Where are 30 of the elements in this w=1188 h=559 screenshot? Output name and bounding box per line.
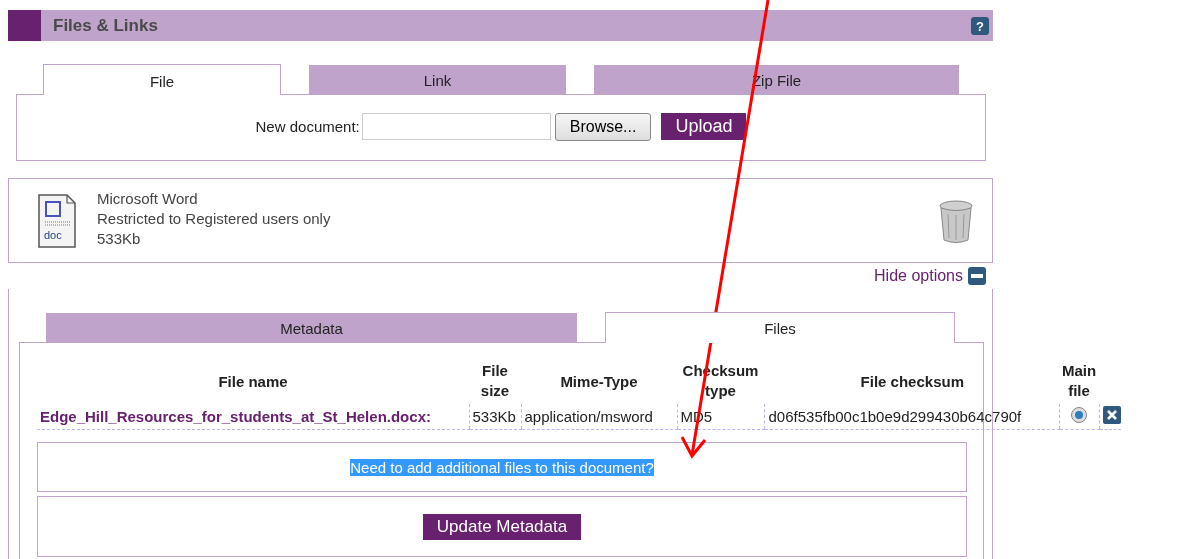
upload-button[interactable]: Upload: [661, 113, 747, 140]
header-marker: [8, 10, 41, 41]
help-icon[interactable]: ?: [971, 16, 989, 35]
column-header: File name: [37, 361, 469, 404]
file-name-link[interactable]: Edge_Hill_Resources_for_students_at_St_Helen.docx:: [40, 407, 431, 425]
update-metadata-button[interactable]: Update Metadata: [422, 513, 582, 540]
hide-options-link[interactable]: Hide options: [874, 267, 963, 285]
document-size: 533Kb: [97, 228, 142, 249]
field-label: New document:: [255, 118, 360, 135]
column-header: File checksum: [764, 361, 1059, 404]
table-cell: d06f535fb00c1b0e9d299430b64c790f: [764, 404, 1059, 430]
close-icon[interactable]: [1102, 405, 1121, 424]
tab[interactable]: Files: [605, 312, 955, 343]
main-file-radio[interactable]: [1070, 405, 1088, 424]
access-note: Restricted to Registered users only: [97, 208, 332, 229]
collapse-icon[interactable]: [968, 267, 986, 285]
tab[interactable]: Link: [309, 65, 566, 95]
section-title: Files & Links: [53, 15, 159, 36]
tab[interactable]: File: [43, 64, 281, 95]
table-cell: 533Kb: [469, 404, 521, 430]
column-header: Main file: [1059, 361, 1099, 404]
column-header: File size: [469, 361, 521, 404]
file-path-field[interactable]: [361, 113, 551, 140]
document-icon: doc: [37, 192, 77, 249]
tab[interactable]: Metadata: [46, 313, 577, 343]
trash-icon[interactable]: [938, 197, 974, 244]
browse-button[interactable]: Browse...: [554, 112, 652, 141]
column-header: Mime-Type: [521, 361, 677, 404]
document-type: Microsoft Word: [97, 188, 199, 209]
table-cell: application/msword: [521, 404, 677, 430]
